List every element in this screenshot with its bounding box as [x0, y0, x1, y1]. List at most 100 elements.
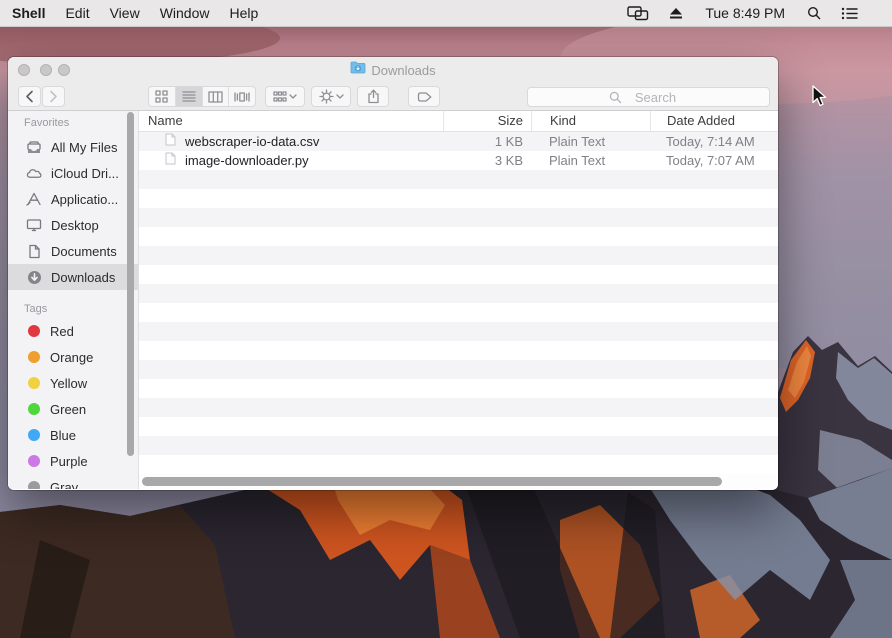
- view-switcher: [148, 86, 256, 107]
- sidebar-tag-orange[interactable]: Orange: [8, 344, 138, 370]
- sidebar-item-label: Documents: [51, 244, 117, 259]
- menu-shell[interactable]: Shell: [2, 0, 55, 27]
- back-button[interactable]: [18, 86, 41, 107]
- sidebar-item-label: Blue: [50, 428, 76, 443]
- sidebar-item-label: Red: [50, 324, 74, 339]
- action-gear-button[interactable]: [311, 86, 351, 107]
- document-icon: [165, 151, 176, 170]
- icon-view-button[interactable]: [149, 87, 176, 106]
- finder-window: Downloads: [8, 57, 778, 490]
- sidebar-tag-gray[interactable]: Gray: [8, 474, 138, 489]
- file-date-added: Today, 7:14 AM: [650, 132, 778, 151]
- row-stripes: [139, 170, 778, 489]
- menu-window[interactable]: Window: [150, 0, 220, 27]
- chevron-down-icon: [336, 94, 344, 99]
- sidebar-tag-red[interactable]: Red: [8, 318, 138, 344]
- downloads-icon: [26, 269, 42, 285]
- sidebar-item-label: Orange: [50, 350, 93, 365]
- file-row[interactable]: image-downloader.py 3 KB Plain Text Toda…: [139, 151, 778, 170]
- menu-bar-status: Tue 8:49 PM: [617, 0, 892, 27]
- sidebar-item-all-my-files[interactable]: All My Files: [8, 134, 138, 160]
- menu-edit[interactable]: Edit: [55, 0, 99, 27]
- eject-icon[interactable]: [659, 0, 693, 27]
- tag-color-dot: [28, 455, 40, 467]
- tag-color-dot: [28, 351, 40, 363]
- tag-button[interactable]: [408, 86, 440, 107]
- desktop: Shell Edit View Window Help Tue 8:49 PM: [0, 0, 892, 638]
- toolbar: [8, 83, 778, 111]
- file-size: 3 KB: [443, 151, 531, 170]
- list-header: Name Size Kind Date Added: [139, 111, 778, 132]
- forward-button[interactable]: [42, 86, 65, 107]
- column-header-name[interactable]: Name: [139, 111, 443, 131]
- sidebar-item-desktop[interactable]: Desktop: [8, 212, 138, 238]
- sidebar-item-label: Desktop: [51, 218, 99, 233]
- notification-center-icon[interactable]: [831, 0, 868, 27]
- sidebar-item-label: iCloud Dri...: [51, 166, 119, 181]
- sidebar-item-documents[interactable]: Documents: [8, 238, 138, 264]
- file-name: image-downloader.py: [185, 151, 309, 170]
- sidebar: Favorites All My Files iCloud Dri...: [8, 111, 139, 489]
- sidebar-item-label: Purple: [50, 454, 88, 469]
- tag-color-dot: [28, 325, 40, 337]
- spotlight-search-icon[interactable]: [797, 0, 831, 27]
- column-header-size[interactable]: Size: [443, 111, 531, 131]
- column-view-button[interactable]: [203, 87, 230, 106]
- sidebar-item-label: Gray: [50, 480, 78, 490]
- share-button[interactable]: [357, 86, 389, 107]
- tag-color-dot: [28, 403, 40, 415]
- sidebar-item-applications[interactable]: Applicatio...: [8, 186, 138, 212]
- coverflow-view-button[interactable]: [229, 87, 255, 106]
- all-my-files-icon: [26, 139, 42, 155]
- sidebar-item-label: Yellow: [50, 376, 87, 391]
- menu-bar: Shell Edit View Window Help Tue 8:49 PM: [0, 0, 892, 27]
- file-kind: Plain Text: [531, 151, 650, 170]
- file-row[interactable]: webscraper-io-data.csv 1 KB Plain Text T…: [139, 132, 778, 151]
- horizontal-scrollbar[interactable]: [139, 474, 778, 489]
- documents-icon: [26, 243, 42, 259]
- window-content: Favorites All My Files iCloud Dri...: [8, 111, 778, 489]
- menu-bar-clock[interactable]: Tue 8:49 PM: [693, 5, 797, 21]
- sidebar-item-label: Downloads: [51, 270, 115, 285]
- tag-color-dot: [28, 429, 40, 441]
- sidebar-scrollbar[interactable]: [127, 112, 134, 456]
- search-input[interactable]: [528, 88, 769, 106]
- icloud-icon: [26, 165, 42, 181]
- file-name: webscraper-io-data.csv: [185, 132, 319, 151]
- sidebar-favorites-header: Favorites: [24, 116, 138, 130]
- tag-color-dot: [28, 377, 40, 389]
- file-kind: Plain Text: [531, 132, 650, 151]
- menu-help[interactable]: Help: [219, 0, 268, 27]
- horizontal-scrollbar-thumb[interactable]: [142, 477, 722, 486]
- sidebar-tag-green[interactable]: Green: [8, 396, 138, 422]
- sidebar-tag-blue[interactable]: Blue: [8, 422, 138, 448]
- file-date-added: Today, 7:07 AM: [650, 151, 778, 170]
- menu-view[interactable]: View: [100, 0, 150, 27]
- sidebar-item-downloads[interactable]: Downloads: [8, 264, 138, 290]
- column-header-kind[interactable]: Kind: [531, 111, 650, 131]
- list-view-button[interactable]: [176, 87, 203, 106]
- tag-icon: [417, 91, 432, 103]
- sidebar-tag-yellow[interactable]: Yellow: [8, 370, 138, 396]
- arrange-button[interactable]: [265, 86, 305, 107]
- chevron-down-icon: [289, 94, 297, 99]
- screen-mirroring-icon[interactable]: [617, 0, 659, 27]
- column-header-date-added[interactable]: Date Added: [650, 111, 778, 131]
- sidebar-item-label: Green: [50, 402, 86, 417]
- file-list: Name Size Kind Date Added webscraper-io-…: [139, 111, 778, 489]
- desktop-icon: [26, 217, 42, 233]
- mouse-cursor: [812, 85, 828, 107]
- search-field: [527, 87, 770, 107]
- downloads-folder-icon: [350, 61, 366, 79]
- tag-color-dot: [28, 481, 40, 489]
- applications-icon: [26, 191, 42, 207]
- sidebar-item-label: Applicatio...: [51, 192, 118, 207]
- sidebar-tags-header: Tags: [24, 302, 138, 316]
- search-icon: [609, 91, 622, 109]
- file-size: 1 KB: [443, 132, 531, 151]
- window-title: Downloads: [371, 63, 435, 78]
- window-titlebar[interactable]: Downloads: [8, 57, 778, 83]
- document-icon: [165, 132, 176, 151]
- sidebar-tag-purple[interactable]: Purple: [8, 448, 138, 474]
- sidebar-item-icloud-drive[interactable]: iCloud Dri...: [8, 160, 138, 186]
